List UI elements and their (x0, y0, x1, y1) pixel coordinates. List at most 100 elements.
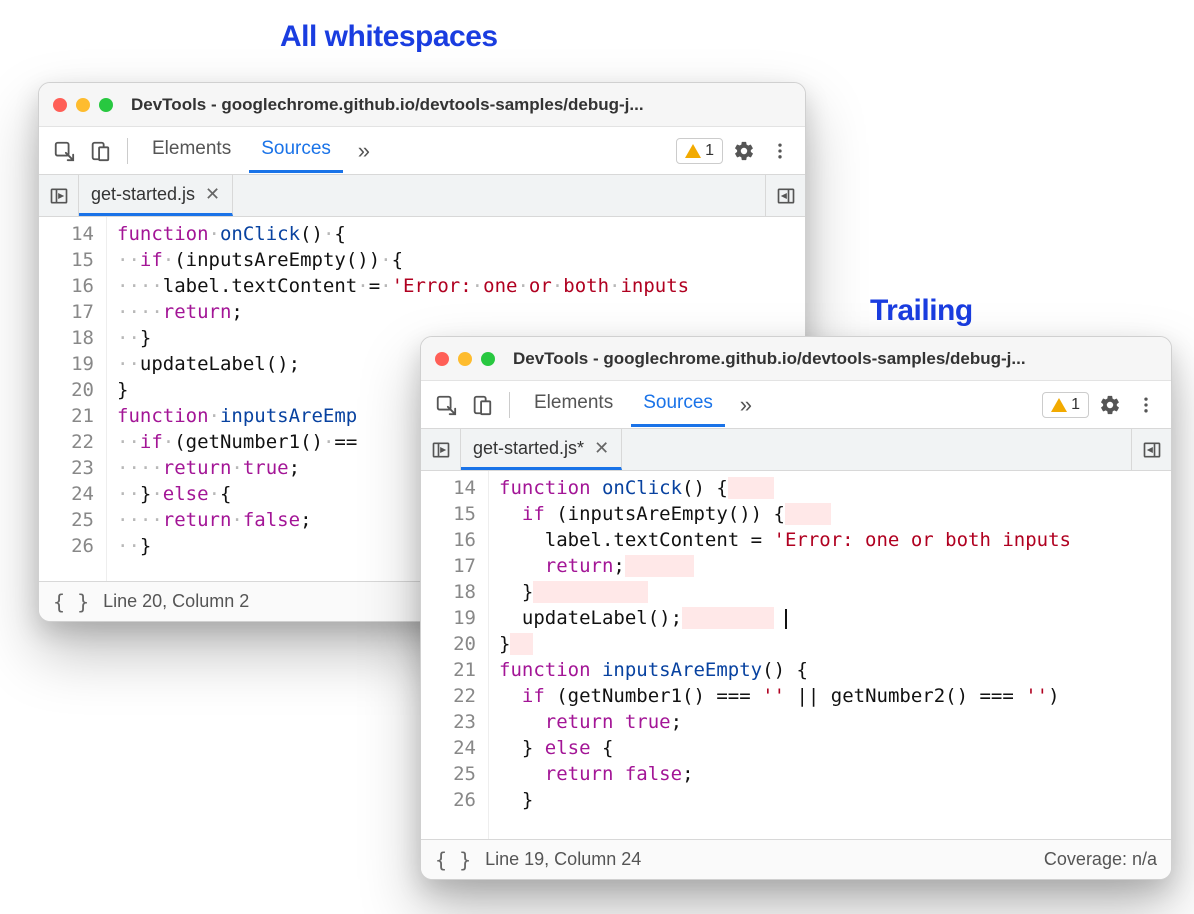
warning-count: 1 (1071, 396, 1080, 414)
code-line[interactable]: label.textContent = 'Error: one or both … (499, 527, 1171, 553)
line-number[interactable]: 18 (43, 325, 94, 351)
line-number-gutter: 14151617181920212223242526 (39, 217, 107, 581)
cursor-position: Line 19, Column 24 (485, 849, 641, 870)
file-tab-label: get-started.js* (473, 438, 584, 459)
zoom-window-button[interactable] (481, 352, 495, 366)
line-number[interactable]: 14 (43, 221, 94, 247)
code-line[interactable]: } (499, 579, 1171, 605)
pretty-print-icon[interactable]: { } (435, 848, 471, 872)
inspect-element-icon[interactable] (431, 390, 461, 420)
line-number[interactable]: 23 (425, 709, 476, 735)
navigator-toggle-icon[interactable] (421, 429, 461, 470)
window-title: DevTools - googlechrome.github.io/devtoo… (513, 349, 1026, 369)
code-line[interactable]: function onClick() { (499, 475, 1171, 501)
kebab-menu-icon[interactable] (1131, 390, 1161, 420)
code-content[interactable]: function onClick() { if (inputsAreEmpty(… (489, 471, 1171, 839)
annotation-all-whitespaces: All whitespaces (280, 20, 498, 54)
warning-icon (685, 144, 701, 158)
close-window-button[interactable] (435, 352, 449, 366)
coverage-status: Coverage: n/a (1044, 849, 1157, 870)
debugger-pane-toggle-icon[interactable] (765, 175, 805, 216)
code-line[interactable]: updateLabel(); (499, 605, 1171, 631)
zoom-window-button[interactable] (99, 98, 113, 112)
line-number[interactable]: 15 (425, 501, 476, 527)
line-number[interactable]: 22 (43, 429, 94, 455)
code-line[interactable]: return; (499, 553, 1171, 579)
line-number[interactable]: 26 (425, 787, 476, 813)
line-number[interactable]: 15 (43, 247, 94, 273)
line-number[interactable]: 24 (425, 735, 476, 761)
close-tab-icon[interactable]: ✕ (205, 184, 220, 205)
navigator-toggle-icon[interactable] (39, 175, 79, 216)
file-tab-get-started[interactable]: get-started.js ✕ (79, 175, 233, 216)
status-bar: { } Line 19, Column 24 Coverage: n/a (421, 839, 1171, 879)
line-number[interactable]: 21 (43, 403, 94, 429)
device-toolbar-icon[interactable] (467, 390, 497, 420)
line-number[interactable]: 20 (425, 631, 476, 657)
line-number[interactable]: 19 (425, 605, 476, 631)
line-number[interactable]: 14 (425, 475, 476, 501)
code-line[interactable]: return false; (499, 761, 1171, 787)
settings-gear-icon[interactable] (1095, 390, 1125, 420)
tab-sources[interactable]: Sources (249, 128, 343, 173)
code-line[interactable]: } (499, 787, 1171, 813)
tab-elements[interactable]: Elements (522, 382, 625, 427)
more-tabs-icon[interactable]: » (731, 390, 761, 420)
line-number[interactable]: 19 (43, 351, 94, 377)
minimize-window-button[interactable] (76, 98, 90, 112)
warning-icon (1051, 398, 1067, 412)
warning-count: 1 (705, 142, 714, 160)
close-window-button[interactable] (53, 98, 67, 112)
close-tab-icon[interactable]: ✕ (594, 438, 609, 459)
code-line[interactable]: if (inputsAreEmpty()) { (499, 501, 1171, 527)
code-line[interactable]: ····label.textContent·=·'Error:·one·or·b… (117, 273, 805, 299)
line-number[interactable]: 16 (43, 273, 94, 299)
code-line[interactable]: if (getNumber1() === '' || getNumber2() … (499, 683, 1171, 709)
file-tabs-bar: get-started.js* ✕ (421, 429, 1171, 471)
line-number[interactable]: 16 (425, 527, 476, 553)
device-toolbar-icon[interactable] (85, 136, 115, 166)
line-number[interactable]: 25 (425, 761, 476, 787)
line-number[interactable]: 24 (43, 481, 94, 507)
warnings-badge[interactable]: 1 (1042, 392, 1089, 418)
line-number[interactable]: 17 (425, 553, 476, 579)
traffic-lights (53, 98, 113, 112)
line-number[interactable]: 25 (43, 507, 94, 533)
debugger-pane-toggle-icon[interactable] (1131, 429, 1171, 470)
kebab-menu-icon[interactable] (765, 136, 795, 166)
window-title: DevTools - googlechrome.github.io/devtoo… (131, 95, 644, 115)
titlebar: DevTools - googlechrome.github.io/devtoo… (39, 83, 805, 127)
main-toolbar: Elements Sources » 1 (421, 381, 1171, 429)
line-number[interactable]: 23 (43, 455, 94, 481)
line-number[interactable]: 18 (425, 579, 476, 605)
tab-elements[interactable]: Elements (140, 128, 243, 173)
code-line[interactable]: function inputsAreEmpty() { (499, 657, 1171, 683)
code-line[interactable]: ····return; (117, 299, 805, 325)
inspect-element-icon[interactable] (49, 136, 79, 166)
file-tab-label: get-started.js (91, 184, 195, 205)
code-line[interactable]: ··if·(inputsAreEmpty())·{ (117, 247, 805, 273)
file-tab-get-started-modified[interactable]: get-started.js* ✕ (461, 429, 622, 470)
pretty-print-icon[interactable]: { } (53, 590, 89, 614)
line-number[interactable]: 22 (425, 683, 476, 709)
line-number[interactable]: 26 (43, 533, 94, 559)
file-tabs-bar: get-started.js ✕ (39, 175, 805, 217)
minimize-window-button[interactable] (458, 352, 472, 366)
code-line[interactable]: } (499, 631, 1171, 657)
settings-gear-icon[interactable] (729, 136, 759, 166)
toolbar-separator (127, 138, 128, 164)
warnings-badge[interactable]: 1 (676, 138, 723, 164)
code-line[interactable]: function·onClick()·{ (117, 221, 805, 247)
code-editor[interactable]: 14151617181920212223242526 function onCl… (421, 471, 1171, 839)
line-number[interactable]: 21 (425, 657, 476, 683)
code-line[interactable]: return true; (499, 709, 1171, 735)
line-number[interactable]: 20 (43, 377, 94, 403)
line-number[interactable]: 17 (43, 299, 94, 325)
more-tabs-icon[interactable]: » (349, 136, 379, 166)
annotation-trailing: Trailing (870, 294, 973, 328)
titlebar: DevTools - googlechrome.github.io/devtoo… (421, 337, 1171, 381)
cursor-position: Line 20, Column 2 (103, 591, 249, 612)
code-line[interactable]: } else { (499, 735, 1171, 761)
line-number-gutter: 14151617181920212223242526 (421, 471, 489, 839)
tab-sources[interactable]: Sources (631, 382, 725, 427)
